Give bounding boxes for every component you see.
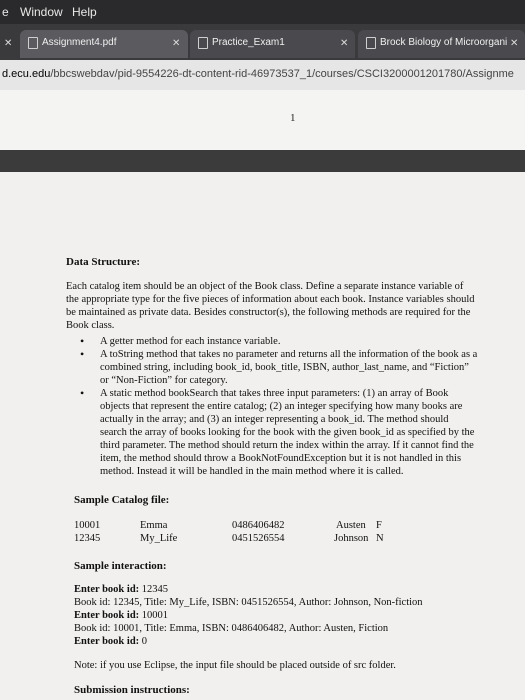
close-icon[interactable]: ✕ bbox=[340, 38, 348, 49]
list-item: • A static method bookSearch that takes … bbox=[80, 387, 518, 478]
pdf-page-2: Data Structure: Each catalog item should… bbox=[0, 172, 525, 700]
document-icon bbox=[198, 37, 208, 49]
bullet-icon: • bbox=[80, 347, 85, 361]
intro-line: be maintained as private data. Besides c… bbox=[66, 307, 471, 318]
catalog-category: N bbox=[376, 533, 384, 544]
result-text: Book id: 10001, Title: Emma, ISBN: 04864… bbox=[74, 623, 389, 634]
catalog-isbn: 0451526554 bbox=[232, 533, 285, 544]
close-icon[interactable]: ✕ bbox=[4, 38, 12, 49]
tab-strip: ✕ Assignment4.pdf ✕ Practice_Exam1 ✕ Bro… bbox=[0, 24, 525, 60]
close-icon[interactable]: ✕ bbox=[510, 38, 518, 49]
menu-bar: e Window Help bbox=[0, 0, 525, 24]
list-line: method. Instead it will be handled in th… bbox=[100, 466, 404, 477]
close-icon[interactable]: ✕ bbox=[172, 38, 180, 49]
intro-paragraph: Each catalog item should be an object of… bbox=[66, 280, 518, 332]
list-line: A getter method for each instance variab… bbox=[100, 336, 281, 347]
url-text[interactable]: d.ecu.edu/bbcswebdav/pid-9554226-dt-cont… bbox=[2, 68, 514, 80]
interaction-line: Enter book id: 0 bbox=[74, 636, 147, 647]
prompt-label: Enter book id: bbox=[74, 610, 140, 621]
pdf-page-1: 1 bbox=[0, 90, 525, 150]
tab-label: Brock Biology of Microorgani... bbox=[380, 37, 508, 48]
intro-line: Each catalog item should be an object of… bbox=[66, 281, 464, 292]
catalog-title: My_Life bbox=[140, 533, 178, 544]
url-host: d.ecu.edu bbox=[2, 68, 51, 80]
menu-item-window[interactable]: Window bbox=[20, 5, 63, 19]
tab-assignment4[interactable]: Assignment4.pdf ✕ bbox=[20, 30, 188, 58]
list-item: • A getter method for each instance vari… bbox=[80, 335, 518, 348]
bullet-icon: • bbox=[80, 386, 85, 400]
list-line: item, the method should throw a BookNotF… bbox=[100, 453, 462, 464]
catalog-category: F bbox=[376, 520, 382, 531]
list-line: combined string, including book_id, book… bbox=[100, 362, 469, 373]
submission-heading: Submission instructions: bbox=[74, 684, 190, 696]
document-icon bbox=[28, 37, 38, 49]
prompt-label: Enter book id: bbox=[74, 584, 140, 595]
document-icon bbox=[366, 37, 376, 49]
catalog-id: 10001 bbox=[74, 520, 101, 531]
list-line: search the array of books looking for th… bbox=[100, 427, 475, 438]
list-line: A toString method that takes no paramete… bbox=[100, 349, 478, 360]
prompt-value: 10001 bbox=[139, 610, 169, 621]
tab-label: Assignment4.pdf bbox=[42, 37, 117, 48]
list-line: actually in the array; and (3) an intege… bbox=[100, 414, 449, 425]
prompt-label: Enter book id: bbox=[74, 636, 140, 647]
prompt-value: 0 bbox=[139, 636, 148, 647]
intro-line: the appropriate type for the five pieces… bbox=[66, 294, 475, 305]
url-path: /bbcswebdav/pid-9554226-dt-content-rid-4… bbox=[50, 68, 514, 80]
tab-label: Practice_Exam1 bbox=[212, 37, 285, 48]
list-item: • A toString method that takes no parame… bbox=[80, 348, 518, 387]
result-text: Book id: 12345, Title: My_Life, ISBN: 04… bbox=[74, 597, 423, 608]
catalog-author: Johnson bbox=[334, 533, 369, 544]
tab-brock-biology[interactable]: Brock Biology of Microorgani... ✕ bbox=[358, 30, 525, 58]
tab-practice-exam1[interactable]: Practice_Exam1 ✕ bbox=[190, 30, 355, 58]
page-number: 1 bbox=[290, 112, 296, 124]
sample-interaction-heading: Sample interaction: bbox=[74, 560, 167, 572]
prompt-value: 12345 bbox=[139, 584, 169, 595]
menu-item-help[interactable]: Help bbox=[72, 5, 97, 19]
eclipse-note: Note: if you use Eclipse, the input file… bbox=[74, 660, 396, 671]
catalog-title: Emma bbox=[140, 520, 168, 531]
interaction-line: Enter book id: 10001 bbox=[74, 610, 168, 621]
list-line: objects that represent the entire catalo… bbox=[100, 401, 463, 412]
catalog-id: 12345 bbox=[74, 533, 101, 544]
list-line: third parameter. The method should retur… bbox=[100, 440, 474, 451]
sample-catalog-heading: Sample Catalog file: bbox=[74, 494, 170, 506]
list-line: A static method bookSearch that takes th… bbox=[100, 388, 449, 399]
address-bar[interactable]: d.ecu.edu/bbcswebdav/pid-9554226-dt-cont… bbox=[0, 60, 525, 91]
page-gap bbox=[0, 150, 525, 172]
catalog-author: Austen bbox=[336, 520, 366, 531]
menu-item-app[interactable]: e bbox=[2, 5, 9, 19]
requirements-list: • A getter method for each instance vari… bbox=[80, 335, 518, 478]
interaction-line: Book id: 10001, Title: Emma, ISBN: 04864… bbox=[74, 623, 388, 634]
interaction-line: Enter book id: 12345 bbox=[74, 584, 168, 595]
catalog-isbn: 0486406482 bbox=[232, 520, 285, 531]
data-structure-heading: Data Structure: bbox=[66, 256, 141, 268]
intro-line: Book class. bbox=[66, 320, 115, 331]
list-line: or “Non-Fiction” for category. bbox=[100, 375, 228, 386]
interaction-line: Book id: 12345, Title: My_Life, ISBN: 04… bbox=[74, 597, 423, 608]
